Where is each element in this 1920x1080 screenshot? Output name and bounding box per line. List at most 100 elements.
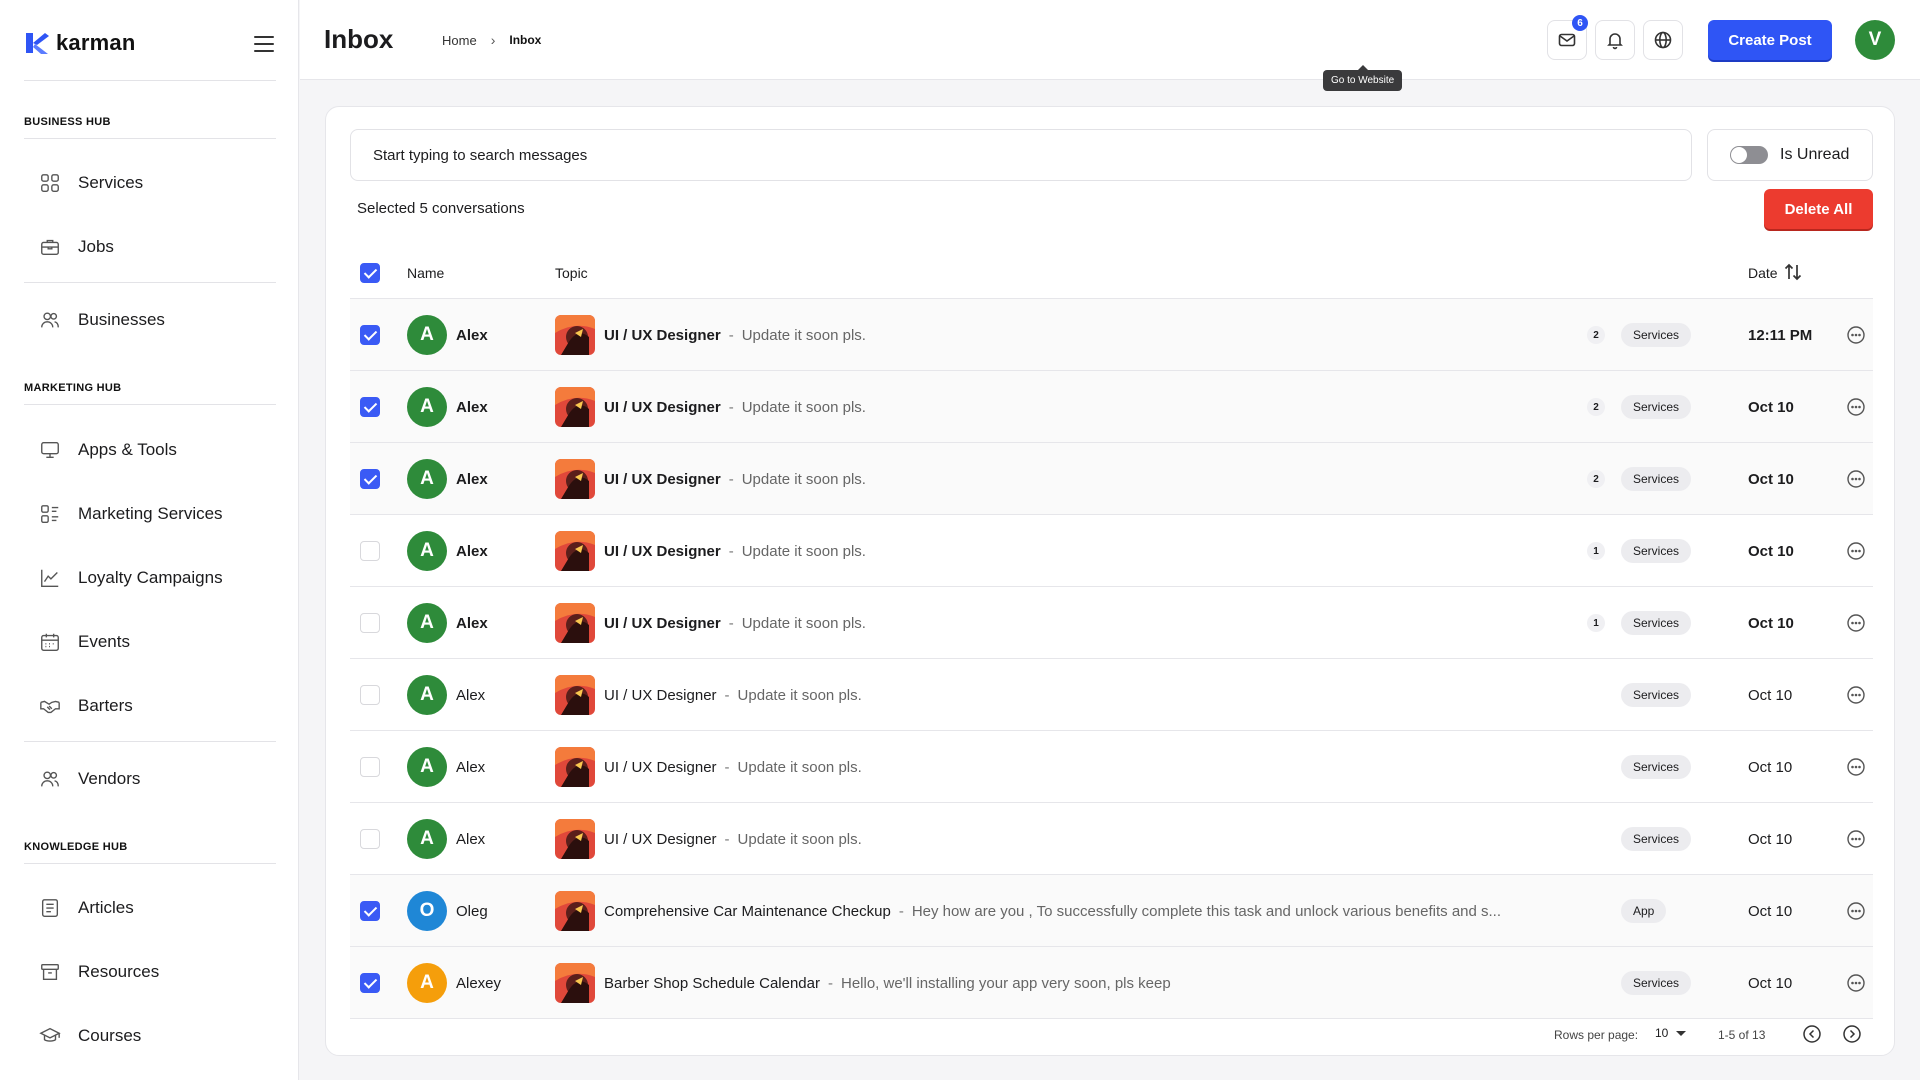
sidebar-item-barters[interactable]: Barters (24, 683, 276, 729)
topic-cell[interactable]: UI / UX Designer - Update it soon pls. (604, 831, 1564, 848)
user-avatar[interactable]: V (1855, 20, 1895, 60)
sidebar-item-label: Businesses (78, 310, 165, 329)
row-checkbox[interactable] (360, 973, 380, 993)
sender-avatar: A (407, 315, 447, 355)
go-to-website-button[interactable] (1643, 20, 1683, 60)
row-checkbox[interactable] (360, 469, 380, 489)
sidebar-item-businesses[interactable]: Businesses (24, 297, 276, 343)
table-row[interactable]: A Alex UI / UX Designer - Update it soon pls… (350, 659, 1873, 731)
topic-cell[interactable]: UI / UX Designer - Update it soon pls. (604, 327, 1564, 344)
message-date: Oct 10 (1748, 471, 1794, 488)
message-date: 12:11 PM (1748, 327, 1813, 344)
row-checkbox[interactable] (360, 325, 380, 345)
select-all-checkbox[interactable] (360, 263, 380, 283)
sidebar-item-jobs[interactable]: Jobs (24, 224, 276, 270)
sidebar-item-loyalty-campaigns[interactable]: Loyalty Campaigns (24, 555, 276, 601)
calendar-icon (38, 630, 62, 654)
sender-name: Alex (456, 759, 486, 776)
more-options-icon[interactable] (1846, 685, 1866, 705)
table-row[interactable]: O Oleg Comprehensive Car Maintenance Check… (350, 875, 1873, 947)
topic-thumbnail (555, 675, 595, 715)
table-row[interactable]: A Alex UI / UX Designer - Update it soon pls… (350, 515, 1873, 587)
sidebar-item-courses[interactable]: Courses (24, 1013, 276, 1059)
row-checkbox[interactable] (360, 685, 380, 705)
sidebar-item-label: Apps & Tools (78, 440, 177, 459)
next-page-button[interactable] (1842, 1024, 1862, 1044)
topic-cell[interactable]: Barber Shop Schedule Calendar - Hello, we'… (604, 975, 1564, 992)
message-count-badge: 1 (1587, 542, 1605, 560)
topic-cell[interactable]: UI / UX Designer - Update it soon pls. (604, 471, 1564, 488)
more-options-icon[interactable] (1846, 541, 1866, 561)
top-header: Inbox Home › Inbox 6 Create Post V (300, 0, 1920, 80)
table-row[interactable]: A Alex UI / UX Designer - Update it soon pls… (350, 587, 1873, 659)
topic-thumbnail (555, 459, 595, 499)
breadcrumb-home[interactable]: Home (442, 33, 477, 48)
table-row[interactable]: A Alex UI / UX Designer - Update it soon pls… (350, 731, 1873, 803)
sidebar-item-services[interactable]: Services (24, 160, 276, 206)
brand[interactable]: karman (24, 30, 135, 56)
notifications-button[interactable] (1595, 20, 1635, 60)
sort-icon[interactable] (1782, 261, 1804, 283)
chevron-right-circle-icon (1843, 1025, 1861, 1043)
table-row[interactable]: A Alex UI / UX Designer - Update it soon pls… (350, 299, 1873, 371)
more-options-icon[interactable] (1846, 325, 1866, 345)
list-grid-icon (38, 502, 62, 526)
table-row[interactable]: A Alex UI / UX Designer - Update it soon pls… (350, 443, 1873, 515)
search-input[interactable] (373, 146, 1691, 164)
topic-thumbnail (555, 747, 595, 787)
column-topic: Topic (555, 265, 588, 281)
sidebar-item-vendors[interactable]: Vendors (24, 756, 276, 802)
rows-per-page-select[interactable]: 10 (1655, 1026, 1687, 1040)
topic-cell[interactable]: UI / UX Designer - Update it soon pls. (604, 759, 1564, 776)
category-tag: Services (1621, 467, 1692, 491)
row-checkbox[interactable] (360, 397, 380, 417)
menu-toggle-icon[interactable] (254, 36, 274, 52)
is-unread-label: Is Unread (1780, 146, 1850, 163)
more-options-icon[interactable] (1846, 397, 1866, 417)
more-options-icon[interactable] (1846, 901, 1866, 921)
sidebar-item-marketing-services[interactable]: Marketing Services (24, 491, 276, 537)
topic-cell[interactable]: UI / UX Designer - Update it soon pls. (604, 399, 1564, 416)
row-checkbox[interactable] (360, 757, 380, 777)
more-options-icon[interactable] (1846, 469, 1866, 489)
topic-preview: Update it soon pls. (737, 687, 862, 704)
table-row[interactable]: A Alexey Barber Shop Schedule Calendar - Hel… (350, 947, 1873, 1019)
topic-cell[interactable]: Comprehensive Car Maintenance Checkup - He… (604, 903, 1564, 920)
row-checkbox[interactable] (360, 829, 380, 849)
topic-subject: UI / UX Designer (604, 759, 717, 776)
table-row[interactable]: A Alex UI / UX Designer - Update it soon pls… (350, 371, 1873, 443)
handshake-icon (38, 694, 62, 718)
sidebar-divider (24, 80, 276, 81)
sidebar-item-articles[interactable]: Articles (24, 885, 276, 931)
topic-cell[interactable]: UI / UX Designer - Update it soon pls. (604, 543, 1564, 560)
sender-name: Alex (456, 399, 488, 416)
more-options-icon[interactable] (1846, 613, 1866, 633)
prev-page-button[interactable] (1802, 1024, 1822, 1044)
sidebar: karman BUSINESS HUB Services Jobs Businesse… (0, 0, 299, 1080)
sidebar-item-label: Jobs (78, 237, 114, 256)
hub-title-knowledge-hub: KNOWLEDGE HUB (24, 841, 128, 853)
delete-all-button[interactable]: Delete All (1764, 189, 1873, 229)
is-unread-toggle[interactable]: Is Unread (1707, 129, 1873, 181)
go-to-website-tooltip: Go to Website (1323, 65, 1403, 91)
sidebar-item-events[interactable]: Events (24, 619, 276, 665)
more-options-icon[interactable] (1846, 829, 1866, 849)
mail-button[interactable]: 6 (1547, 15, 1588, 60)
sidebar-item-apps-tools[interactable]: Apps & Tools (24, 427, 276, 473)
topic-preview: Update it soon pls. (737, 759, 862, 776)
topic-thumbnail (555, 819, 595, 859)
table-row[interactable]: A Alex UI / UX Designer - Update it soon pls… (350, 803, 1873, 875)
create-post-button[interactable]: Create Post (1708, 20, 1832, 60)
row-checkbox[interactable] (360, 901, 380, 921)
row-checkbox[interactable] (360, 541, 380, 561)
more-options-icon[interactable] (1846, 757, 1866, 777)
row-checkbox[interactable] (360, 613, 380, 633)
more-options-icon[interactable] (1846, 973, 1866, 993)
mail-badge: 6 (1572, 15, 1588, 31)
topic-cell[interactable]: UI / UX Designer - Update it soon pls. (604, 615, 1564, 632)
sidebar-item-resources[interactable]: Resources (24, 949, 276, 995)
unread-switch[interactable] (1730, 146, 1768, 164)
column-date[interactable]: Date (1748, 265, 1778, 281)
search-box[interactable] (350, 129, 1692, 181)
topic-cell[interactable]: UI / UX Designer - Update it soon pls. (604, 687, 1564, 704)
